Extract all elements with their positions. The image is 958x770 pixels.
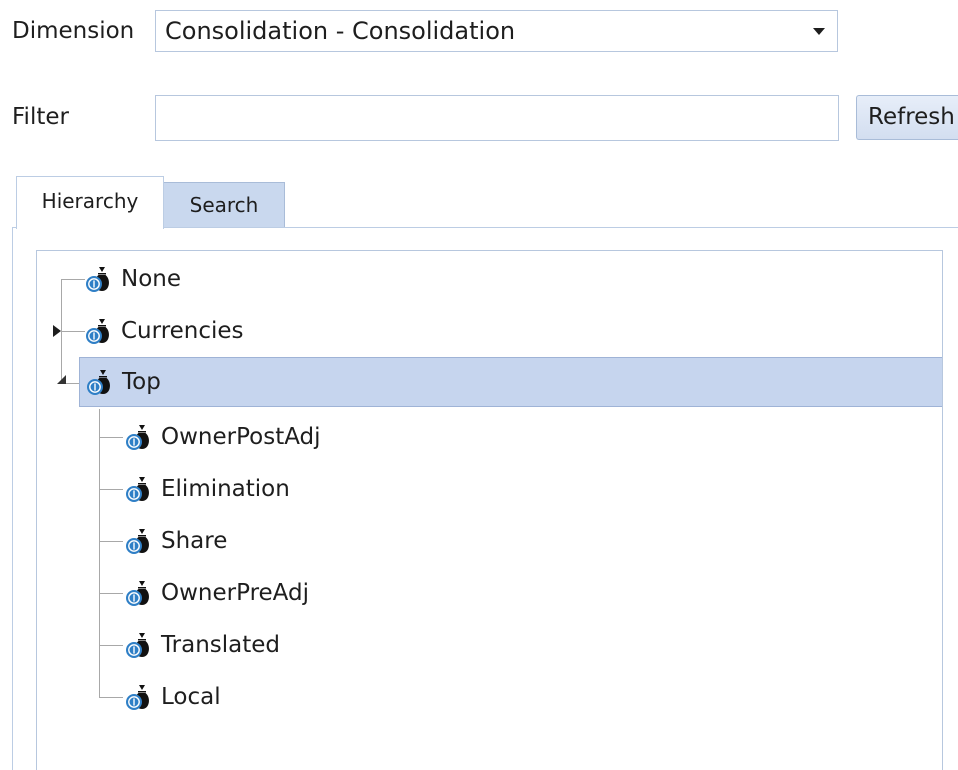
member-money-bag-icon [125, 578, 153, 608]
tree-node-label: Share [161, 528, 228, 554]
tree-node-share[interactable]: Share [125, 516, 227, 566]
dimension-member-browser: Dimension Consolidation - Consolidation … [0, 0, 958, 770]
tree-connector-currencies [61, 331, 85, 332]
tree-node-label: OwnerPreAdj [161, 580, 309, 606]
dimension-dropdown[interactable]: Consolidation - Consolidation [155, 10, 838, 52]
tab-search[interactable]: Search [163, 182, 285, 227]
member-money-bag-icon [125, 526, 153, 556]
tree-connector-child [99, 645, 123, 646]
member-money-bag-icon [125, 630, 153, 660]
tree-node-translated[interactable]: Translated [125, 620, 280, 670]
tree-node-label: Elimination [161, 476, 290, 502]
tree-node-label: OwnerPostAdj [161, 424, 321, 450]
tree-node-local[interactable]: Local [125, 672, 221, 722]
member-money-bag-icon [86, 367, 114, 397]
filter-label: Filter [12, 104, 69, 130]
member-money-bag-icon [125, 474, 153, 504]
tree-node-none[interactable]: None [85, 254, 181, 304]
member-money-bag-icon [85, 264, 113, 294]
tree-connector-top-children [99, 409, 100, 697]
tree-node-currencies[interactable]: Currencies [85, 306, 244, 356]
tab-hierarchy[interactable]: Hierarchy [16, 176, 164, 229]
dimension-dropdown-value: Consolidation - Consolidation [165, 17, 516, 45]
tree-node-label: Currencies [121, 318, 244, 344]
member-tree[interactable]: None Currencies Top OwnerPostAdj Elimina… [36, 250, 943, 770]
refresh-button[interactable]: Refresh [856, 95, 958, 140]
tree-node-top[interactable]: Top [79, 357, 942, 407]
tree-node-label: Local [161, 684, 221, 710]
filter-input[interactable] [155, 95, 839, 141]
chevron-down-icon[interactable] [813, 28, 825, 35]
tree-node-ownerpostadj[interactable]: OwnerPostAdj [125, 412, 321, 462]
tree-connector-child [99, 541, 123, 542]
tree-node-ownerpreadj[interactable]: OwnerPreAdj [125, 568, 309, 618]
tree-node-label: None [121, 266, 182, 292]
tree-node-label: Translated [161, 632, 281, 658]
member-money-bag-icon [125, 682, 153, 712]
tree-connector-child [99, 489, 123, 490]
tree-connector-child [99, 437, 123, 438]
tree-node-elimination[interactable]: Elimination [125, 464, 290, 514]
tree-connector-none [61, 279, 85, 280]
tree-connector-child [99, 593, 123, 594]
member-money-bag-icon [85, 316, 113, 346]
tree-node-label: Top [122, 369, 161, 395]
tree-connector-child [99, 697, 123, 698]
dimension-label: Dimension [12, 18, 135, 44]
expand-currencies-toggle[interactable] [53, 325, 61, 337]
member-money-bag-icon [125, 422, 153, 452]
collapse-top-toggle[interactable] [57, 375, 66, 384]
